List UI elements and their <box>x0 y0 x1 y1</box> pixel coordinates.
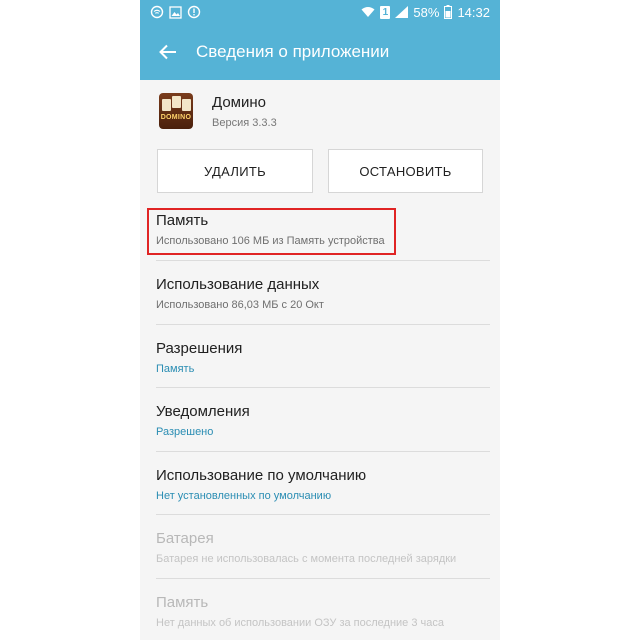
uninstall-button[interactable]: УДАЛИТЬ <box>157 149 313 193</box>
data-usage-item[interactable]: Использование данных Использовано 86,03 … <box>156 276 490 312</box>
permissions-title: Разрешения <box>156 340 243 357</box>
wifi-off-icon <box>150 5 164 19</box>
open-by-default-subtitle: Нет установленных по умолчанию <box>156 490 332 502</box>
divider <box>156 387 490 388</box>
battery-subtitle: Батарея не использовалась с момента посл… <box>156 553 457 565</box>
status-time: 14:32 <box>457 4 490 20</box>
divider <box>156 451 490 452</box>
app-name: Домино <box>212 94 266 111</box>
permissions-subtitle: Память <box>156 363 195 375</box>
divider <box>156 324 490 325</box>
notifications-title: Уведомления <box>156 403 250 420</box>
app-header: DOMINO Домино Версия 3.3.3 <box>140 80 500 148</box>
status-icons-right: 1 58% 14:32 <box>361 5 490 20</box>
notifications-subtitle: Разрешено <box>156 426 214 438</box>
memory-title: Память <box>156 594 209 611</box>
battery-item: Батарея Батарея не использовалась с моме… <box>156 530 490 566</box>
battery-percent: 58% <box>413 4 440 20</box>
battery-title: Батарея <box>156 530 214 547</box>
image-icon <box>169 5 182 19</box>
page-title: Сведения о приложении <box>196 42 390 61</box>
phone-screen: 1 58% 14:32 Сведения о приложении DOMINO… <box>140 0 500 640</box>
status-bar: 1 58% 14:32 <box>140 0 500 24</box>
arrow-left-icon <box>159 44 176 60</box>
status-icons-left <box>150 5 201 19</box>
app-icon-label: DOMINO <box>160 114 192 121</box>
data-usage-subtitle: Использовано 86,03 МБ с 20 Окт <box>156 299 324 311</box>
divider <box>156 514 490 515</box>
wifi-icon <box>361 7 375 17</box>
open-by-default-title: Использование по умолчанию <box>156 467 367 484</box>
divider <box>156 578 490 579</box>
highlight-box <box>147 208 396 255</box>
app-version: Версия 3.3.3 <box>212 117 277 129</box>
data-usage-title: Использование данных <box>156 276 320 293</box>
signal-icon <box>395 6 409 18</box>
open-by-default-item[interactable]: Использование по умолчанию Нет установле… <box>156 467 490 503</box>
sim-slot-badge: 1 <box>380 5 391 19</box>
alert-icon <box>187 5 201 19</box>
back-button[interactable] <box>146 24 190 80</box>
permissions-item[interactable]: Разрешения Память <box>156 340 490 376</box>
memory-subtitle: Нет данных об использовании ОЗУ за после… <box>156 617 444 629</box>
domino-app-icon: DOMINO <box>159 93 193 129</box>
force-stop-button[interactable]: ОСТАНОВИТЬ <box>328 149 483 193</box>
battery-icon <box>444 5 453 19</box>
memory-item: Память Нет данных об использовании ОЗУ з… <box>156 594 490 630</box>
app-bar: Сведения о приложении <box>140 24 500 80</box>
notifications-item[interactable]: Уведомления Разрешено <box>156 403 490 439</box>
divider <box>156 260 490 261</box>
